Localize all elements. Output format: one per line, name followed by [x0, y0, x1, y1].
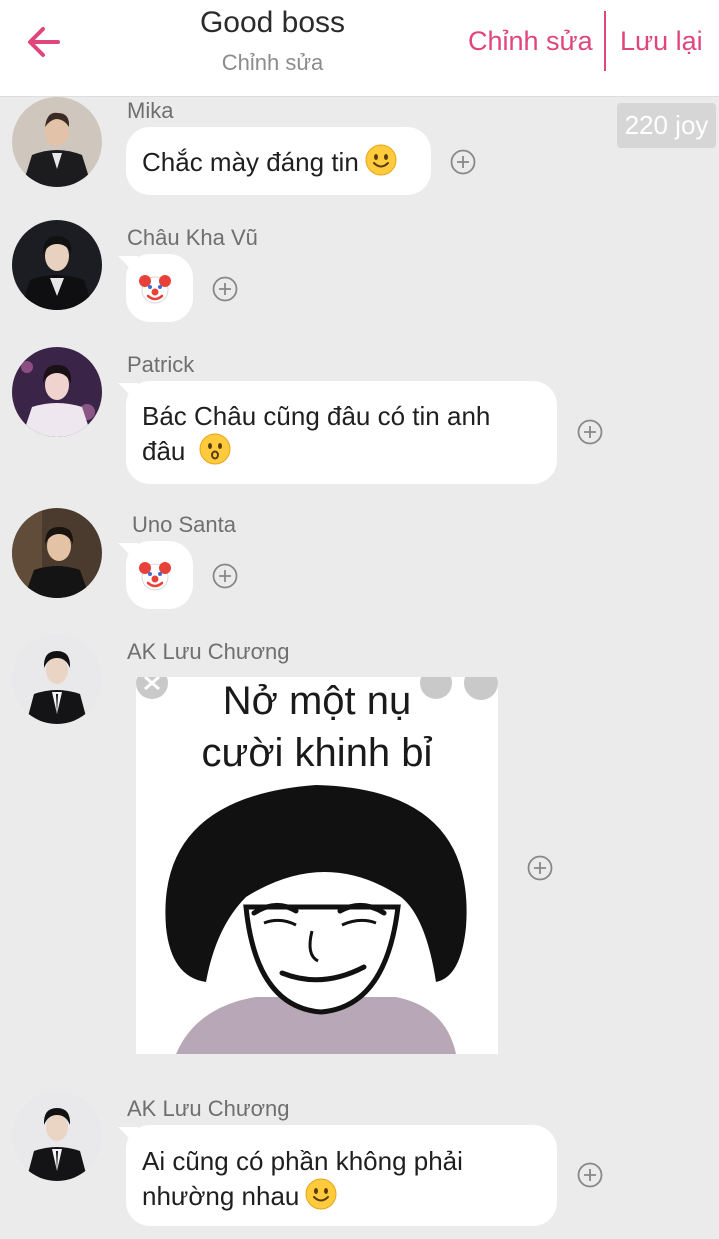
add-reaction-icon	[212, 276, 238, 302]
add-reaction-icon	[527, 855, 553, 881]
avatar[interactable]	[12, 347, 102, 437]
add-reaction-button[interactable]	[450, 149, 476, 175]
message-text: nhường nhau	[142, 1181, 300, 1211]
add-reaction-icon	[577, 1162, 603, 1188]
slightly-smiling-face-icon	[305, 1178, 337, 1218]
chat-title: Good boss	[199, 6, 346, 39]
message-bubble[interactable]	[126, 254, 193, 322]
avatar[interactable]	[12, 634, 102, 724]
message-bubble[interactable]	[126, 541, 193, 609]
message-text: đâu	[142, 436, 186, 466]
message-bubble[interactable]: Ai cũng có phần không phải nhường nhau	[126, 1125, 557, 1226]
add-reaction-button[interactable]	[527, 855, 553, 881]
add-reaction-icon	[450, 149, 476, 175]
add-reaction-button[interactable]	[212, 563, 238, 589]
add-reaction-icon	[212, 563, 238, 589]
slightly-smiling-face-icon	[365, 144, 397, 184]
message-bubble[interactable]: Bác Châu cũng đâu có tin anh đâu	[126, 381, 557, 484]
sender-name: Mika	[127, 98, 174, 123]
avatar[interactable]	[12, 1091, 102, 1181]
joy-badge: 220 joy	[617, 103, 716, 148]
add-reaction-button[interactable]	[212, 276, 238, 302]
meme-face-illustration	[136, 677, 498, 1054]
sender-name: Patrick	[127, 352, 195, 377]
add-reaction-button[interactable]	[577, 419, 603, 445]
clown-face-icon	[138, 559, 172, 601]
arrow-left-icon	[28, 27, 60, 57]
chat-subtitle: Chỉnh sửa	[221, 50, 324, 75]
avatar[interactable]	[12, 508, 102, 598]
chat-header: Good boss Chỉnh sửa Chỉnh sửa Lưu lại	[0, 0, 719, 97]
sender-name: Uno Santa	[132, 512, 236, 537]
avatar[interactable]	[12, 220, 102, 310]
sender-name: AK Lưu Chương	[127, 1096, 290, 1121]
save-button[interactable]: Lưu lại	[620, 26, 703, 57]
kissing-face-icon	[199, 433, 231, 473]
message-text: Bác Châu cũng đâu có tin anh	[142, 401, 491, 431]
edit-button[interactable]: Chỉnh sửa	[468, 26, 593, 57]
message-text: Chắc mày đáng tin	[142, 147, 359, 177]
back-button[interactable]	[22, 20, 66, 64]
clown-face-icon	[138, 272, 172, 314]
header-divider	[604, 11, 606, 71]
sender-name: AK Lưu Chương	[127, 639, 290, 664]
sender-name: Châu Kha Vũ	[127, 225, 258, 250]
sticker-image[interactable]: Nở một nụ cười khinh bỉ	[136, 677, 498, 1054]
avatar[interactable]	[12, 97, 102, 187]
message-text: Ai cũng có phần không phải	[142, 1146, 463, 1176]
add-reaction-icon	[577, 419, 603, 445]
add-reaction-button[interactable]	[577, 1162, 603, 1188]
message-bubble[interactable]: Chắc mày đáng tin	[126, 127, 431, 195]
